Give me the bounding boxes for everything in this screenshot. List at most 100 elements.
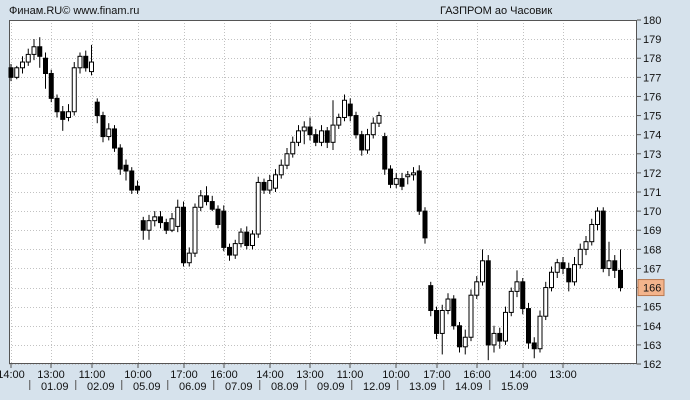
candle-body bbox=[60, 111, 66, 120]
candle-body bbox=[422, 210, 428, 239]
x-date-label: 01.09 bbox=[41, 381, 69, 393]
candle-body bbox=[612, 260, 618, 271]
candle-body bbox=[468, 294, 474, 338]
candle-body bbox=[181, 206, 186, 264]
candle-body bbox=[198, 195, 204, 208]
candle-body bbox=[434, 309, 439, 334]
candle-body bbox=[135, 185, 140, 191]
candle-body bbox=[583, 241, 589, 250]
candle-body bbox=[451, 298, 457, 327]
candle-body bbox=[572, 264, 577, 283]
x-time-label: 17:00 bbox=[170, 369, 198, 381]
y-tick-label: 172 bbox=[643, 168, 661, 180]
candle-body bbox=[537, 315, 543, 350]
candle-body bbox=[112, 128, 117, 149]
candle-body bbox=[399, 178, 405, 187]
candle-body bbox=[192, 206, 198, 254]
candle-body bbox=[462, 336, 468, 348]
x-time-label: 14:00 bbox=[0, 369, 25, 381]
y-tick-label: 171 bbox=[643, 187, 661, 199]
x-time-label: 11:00 bbox=[337, 369, 364, 381]
candle-body bbox=[577, 248, 583, 266]
candle-body bbox=[474, 281, 480, 296]
candle-body bbox=[215, 208, 221, 225]
x-time-label: 14:00 bbox=[509, 369, 537, 381]
candle-body bbox=[204, 195, 209, 203]
candle-body bbox=[152, 216, 158, 222]
candle-body bbox=[554, 262, 560, 273]
x-time-label: 16:00 bbox=[463, 369, 491, 381]
candle-body bbox=[267, 180, 273, 191]
candle-body bbox=[255, 181, 261, 235]
candle-body bbox=[106, 128, 112, 138]
candle-body bbox=[549, 271, 554, 289]
x-date-label: 02.09 bbox=[87, 381, 115, 393]
candle-body bbox=[531, 342, 537, 350]
candle-body bbox=[416, 170, 422, 212]
candle-body bbox=[497, 332, 503, 342]
candle-body bbox=[227, 246, 232, 256]
candle-body bbox=[140, 220, 146, 231]
candle-body bbox=[313, 134, 319, 143]
candle-body bbox=[485, 260, 491, 346]
x-time-label: 13:00 bbox=[549, 369, 577, 381]
y-tick-label: 176 bbox=[643, 91, 661, 103]
candle-body bbox=[238, 231, 244, 245]
x-date-label: 07.09 bbox=[225, 381, 253, 393]
candle-body bbox=[14, 67, 20, 78]
candle-body bbox=[89, 61, 94, 73]
candle-body bbox=[169, 218, 175, 231]
y-tick-label: 162 bbox=[643, 359, 661, 371]
candle-body bbox=[146, 220, 152, 231]
plot-area bbox=[9, 20, 637, 364]
candle-body bbox=[388, 168, 393, 185]
candle-body bbox=[175, 206, 181, 227]
x-date-label: 05.09 bbox=[133, 381, 161, 393]
candle-body bbox=[439, 309, 445, 334]
y-tick-label: 173 bbox=[643, 149, 661, 161]
candle-body bbox=[376, 115, 382, 124]
candle-body bbox=[365, 134, 370, 151]
x-date-label: 14.09 bbox=[455, 381, 483, 393]
candle-body bbox=[428, 285, 434, 311]
candle-body bbox=[94, 101, 100, 117]
candle-body bbox=[123, 164, 129, 172]
x-time-label: 10:00 bbox=[382, 369, 410, 381]
x-time-label: 13:00 bbox=[296, 369, 324, 381]
candle-body bbox=[342, 99, 347, 118]
candle-body bbox=[301, 126, 307, 132]
candle-body bbox=[66, 111, 71, 118]
candle-body bbox=[37, 46, 43, 57]
y-tick-label: 178 bbox=[643, 53, 661, 65]
candle-body bbox=[353, 115, 359, 136]
candle-body bbox=[411, 172, 416, 176]
candle-body bbox=[359, 134, 365, 151]
candle-body bbox=[307, 126, 313, 136]
candle-body bbox=[526, 308, 531, 344]
candle-body bbox=[508, 290, 514, 313]
x-date-label: 15.09 bbox=[501, 381, 529, 393]
candle-body bbox=[543, 287, 549, 317]
x-time-label: 16:00 bbox=[210, 369, 238, 381]
candle-body bbox=[330, 124, 336, 143]
candle-body bbox=[278, 164, 284, 176]
candle-body bbox=[48, 73, 54, 99]
candle-body bbox=[336, 116, 342, 126]
candle-body bbox=[324, 130, 330, 143]
candle-body bbox=[600, 210, 606, 269]
x-time-label: 10:00 bbox=[124, 369, 152, 381]
x-time-label: 11:00 bbox=[79, 369, 106, 381]
candle-body bbox=[284, 153, 290, 166]
candle-body bbox=[296, 130, 301, 143]
candle-body bbox=[589, 223, 595, 243]
candle-body bbox=[8, 67, 14, 78]
x-time-label: 14:00 bbox=[256, 369, 284, 381]
candle-body bbox=[100, 115, 106, 138]
x-date-label: 13.09 bbox=[409, 381, 437, 393]
x-date-label: 09.09 bbox=[317, 381, 345, 393]
candle-body bbox=[232, 243, 238, 256]
candle-body bbox=[221, 210, 227, 248]
candle-body bbox=[445, 298, 451, 311]
candle-body bbox=[491, 332, 497, 346]
x-time-label: 13:00 bbox=[37, 369, 65, 381]
